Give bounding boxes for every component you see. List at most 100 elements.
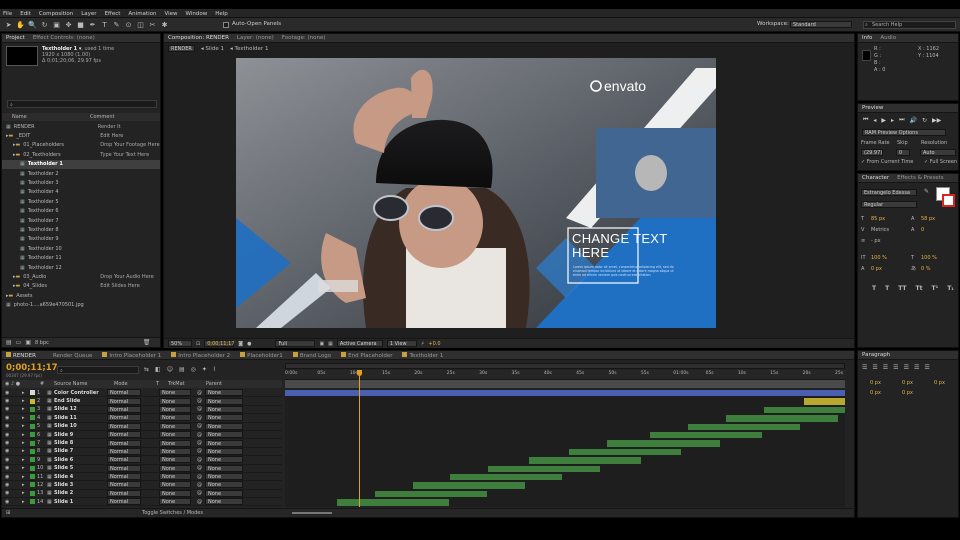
layer-bar[interactable] [528,457,641,464]
visibility-icon[interactable]: ◉ [2,406,22,412]
trkmat-select[interactable]: None [159,397,191,405]
menu-item-file[interactable]: File [3,11,12,17]
project-item[interactable]: ▸ ▬ 02_Textholders Type Your Text Here [2,150,160,159]
comp-timecode[interactable]: 0;00;11;17 [204,340,235,347]
last-frame-icon[interactable]: ⏭ [899,116,904,124]
playhead[interactable] [359,370,361,507]
project-item[interactable]: ▦ photo-1....a659e470501.jpg [2,300,160,309]
pick-whip-icon[interactable]: @ [197,440,205,446]
visibility-icon[interactable]: ◉ [2,482,22,488]
trkmat-select[interactable]: None [159,414,191,422]
layer-label-color[interactable] [30,474,35,480]
brainstorm-icon[interactable]: ✦ [202,366,207,373]
resolution-select[interactable]: Full [275,340,316,347]
loop-icon[interactable]: ↻ [922,117,927,124]
mode-select[interactable]: Normal [107,431,141,439]
project-item[interactable]: ▸ ▬ 01_Placeholders Drop Your Footage Here [2,141,160,150]
char-style-button[interactable]: T [885,285,889,292]
folder-new-icon[interactable]: ▭ [16,339,22,346]
layer-row[interactable]: ◉ ▸ 11 ▦ Slide 4 Normal None @ None [2,473,282,482]
pick-whip-icon[interactable]: @ [197,457,205,463]
exposure-value[interactable]: +0.0 [428,341,440,347]
font-size-value[interactable]: 85 px [871,214,911,225]
puppet-tool-icon[interactable]: ✱ [160,21,169,29]
col-t[interactable]: T [156,381,168,387]
layer-bar[interactable] [726,415,839,422]
expand-arrow[interactable]: ▸ [22,398,30,404]
font-family-select[interactable]: Estrangelo Edessa [861,189,917,196]
col-#[interactable]: # [40,381,54,387]
project-item[interactable]: ▦ Textholder 10 [2,244,160,253]
pick-whip-icon[interactable]: @ [197,406,205,412]
layer-bar[interactable] [650,432,763,439]
align-right-icon[interactable]: ☰ [883,364,888,371]
comp-new-icon[interactable]: ▣ [25,339,31,346]
eraser-tool-icon[interactable]: ◫ [136,21,145,29]
pick-whip-icon[interactable]: @ [197,499,205,505]
visibility-icon[interactable]: ◉ [2,474,22,480]
tsume-value[interactable]: 0 % [921,264,931,275]
region-icon[interactable]: ▣ [319,341,324,347]
indent-first-value[interactable]: 0 px [926,378,945,388]
pen-tool-icon[interactable]: ✒ [88,21,97,29]
project-item[interactable]: ▦ Textholder 3 [2,178,160,187]
time-ruler[interactable]: 0:00s 05s 10s 15s 20s 25s 30s 35s 40s 45s 50s 55s 01… [285,370,845,380]
project-search-input[interactable]: ⌕ [7,100,157,108]
workspace-select[interactable]: Standard [790,21,852,28]
visibility-icon[interactable]: ◉ [2,448,22,454]
project-item[interactable]: ▦ RENDER Render It [2,122,160,131]
audio-icon[interactable]: 🔊 [909,117,916,124]
timeline-tab-7[interactable]: Textholder 1 [402,351,443,359]
kerning-value[interactable]: Metrics [871,225,911,236]
mode-select[interactable]: Normal [107,405,141,413]
layer-row[interactable]: ◉ ▸ 14 ▦ Slide 1 Normal None @ None [2,498,282,507]
project-item[interactable]: ▦ Textholder 6 [2,207,160,216]
char-style-button[interactable]: T¹ [931,285,938,292]
time-navigator[interactable] [285,363,845,369]
expand-arrow[interactable]: ▸ [22,490,30,496]
char-tab-1[interactable]: Effects & Presets [897,175,944,181]
work-area-bar[interactable] [285,380,845,388]
layer-bar[interactable] [285,390,845,397]
mode-select[interactable]: Normal [107,389,141,397]
layer-bar[interactable] [568,448,681,456]
parent-select[interactable]: None [205,498,243,506]
layer-row[interactable]: ◉ ▸ 12 ▦ Slide 3 Normal None @ None [2,481,282,490]
trkmat-select[interactable]: None [159,464,191,472]
leading-value[interactable]: 58 px [921,214,935,225]
layer-label-color[interactable] [30,423,35,429]
layer-bar[interactable] [450,474,563,481]
mode-select[interactable]: Normal [107,481,141,489]
parent-select[interactable]: None [205,414,243,422]
timeline-tab-5[interactable]: Brand Logo [292,351,331,359]
col-sourcename[interactable]: Source Name [54,381,114,387]
hand-tool-icon[interactable]: ✋ [16,21,25,29]
justify-right-icon[interactable]: ☰ [914,364,919,371]
layer-label-color[interactable] [30,390,35,396]
layer-bar[interactable] [688,423,801,430]
toggle-switches-label[interactable]: Toggle Switches / Modes [142,510,203,516]
info-tab-1[interactable]: Audio [880,35,896,41]
mode-select[interactable]: Normal [107,439,141,447]
visibility-icon[interactable]: ◉ [2,398,22,404]
pan-tool-icon[interactable]: ✥ [64,21,73,29]
trkmat-select[interactable]: None [159,422,191,430]
tracking-value[interactable]: 0 [921,225,924,236]
project-item[interactable]: ▦ Textholder 8 [2,225,160,234]
first-frame-icon[interactable]: ⏮ [863,116,868,124]
ram-preview-icon[interactable]: ▶▶ [932,117,941,124]
font-style-select[interactable]: Regular [861,201,917,208]
parent-select[interactable]: None [205,439,243,447]
interpret-icon[interactable]: ▤ [6,339,12,346]
timeline-tab-1[interactable]: Render Queue [46,352,92,359]
layer-row[interactable]: ◉ ▸ 1 ▦ Color Controller Normal None @ None [2,389,282,398]
layer-label-color[interactable] [30,482,35,488]
parent-select[interactable]: None [205,422,243,430]
graph-editor-icon[interactable]: ⌇ [213,366,216,373]
layer-label-color[interactable] [30,415,35,421]
menu-item-animation[interactable]: Animation [128,11,156,17]
camera-select[interactable]: Active Camera [336,340,383,347]
parent-select[interactable]: None [205,447,243,455]
mode-select[interactable]: Normal [107,422,141,430]
layer-label-color[interactable] [30,398,35,404]
